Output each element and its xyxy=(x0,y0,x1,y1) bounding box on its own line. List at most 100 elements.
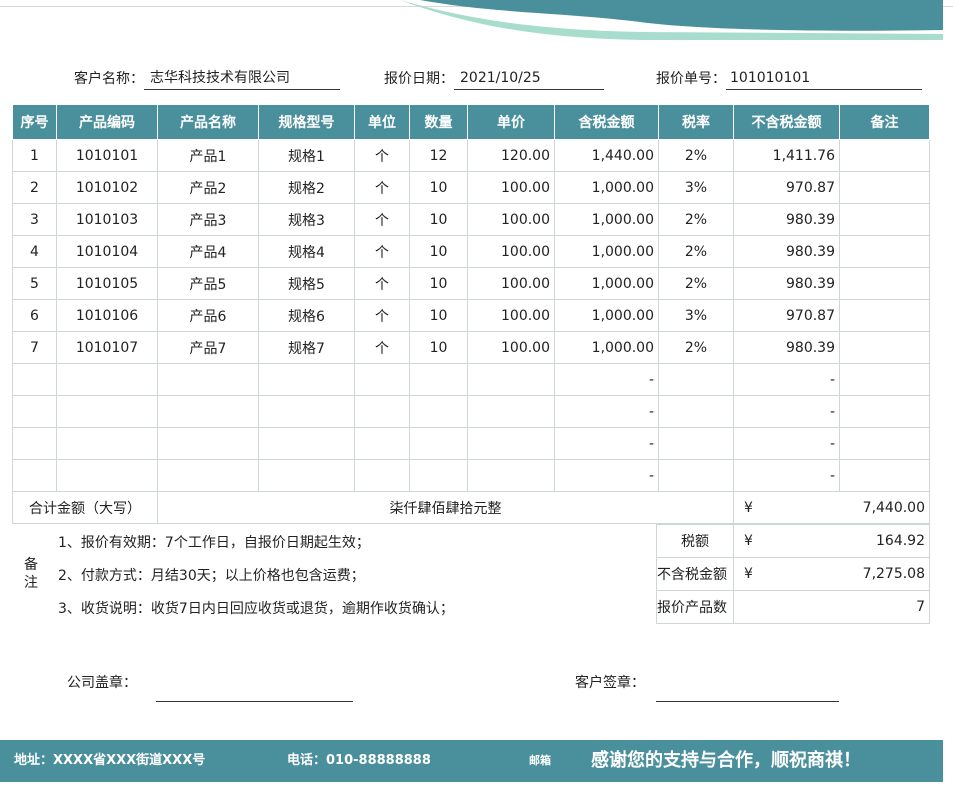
company-seal-line[interactable] xyxy=(156,701,353,702)
tax-rate-cell[interactable]: 2% xyxy=(658,331,734,364)
row-number-cell[interactable]: 1 xyxy=(12,139,57,172)
product-unit-cell[interactable] xyxy=(354,363,410,396)
product-unit-cell[interactable]: 个 xyxy=(354,171,410,204)
product-qty-cell[interactable] xyxy=(409,363,468,396)
row-note-cell[interactable] xyxy=(839,139,930,172)
product-count-value[interactable]: 7 xyxy=(733,590,930,624)
total-amount-cell[interactable]: ¥ 7,440.00 xyxy=(733,491,930,524)
row-note-cell[interactable] xyxy=(839,395,930,428)
net-amount-cell[interactable]: ¥ 7,275.08 xyxy=(733,557,930,591)
row-number-cell[interactable]: 4 xyxy=(12,235,57,268)
product-unit-cell[interactable] xyxy=(354,427,410,460)
amount-incl-tax-cell[interactable]: 1,000.00 xyxy=(554,235,659,268)
product-code-cell[interactable] xyxy=(56,363,158,396)
product-spec-cell[interactable]: 规格7 xyxy=(258,331,355,364)
product-code-cell[interactable] xyxy=(56,427,158,460)
product-qty-cell[interactable]: 10 xyxy=(409,331,468,364)
product-name-cell[interactable]: 产品3 xyxy=(157,203,259,236)
product-name-cell[interactable] xyxy=(157,427,259,460)
unit-price-cell[interactable] xyxy=(467,427,555,460)
product-name-cell[interactable]: 产品5 xyxy=(157,267,259,300)
unit-price-cell[interactable]: 100.00 xyxy=(467,331,555,364)
unit-price-cell[interactable]: 100.00 xyxy=(467,171,555,204)
row-note-cell[interactable] xyxy=(839,331,930,364)
unit-price-cell[interactable]: 100.00 xyxy=(467,203,555,236)
product-spec-cell[interactable]: 规格2 xyxy=(258,171,355,204)
amount-excl-tax-cell[interactable]: 980.39 xyxy=(733,235,840,268)
product-spec-cell[interactable] xyxy=(258,459,355,492)
product-unit-cell[interactable]: 个 xyxy=(354,235,410,268)
tax-rate-cell[interactable] xyxy=(658,395,734,428)
amount-incl-tax-cell[interactable]: 1,440.00 xyxy=(554,139,659,172)
product-code-cell[interactable] xyxy=(56,395,158,428)
product-code-cell[interactable]: 1010102 xyxy=(56,171,158,204)
row-note-cell[interactable] xyxy=(839,299,930,332)
product-qty-cell[interactable] xyxy=(409,395,468,428)
tax-rate-cell[interactable] xyxy=(658,363,734,396)
product-code-cell[interactable]: 1010103 xyxy=(56,203,158,236)
row-number-cell[interactable]: 7 xyxy=(12,331,57,364)
quote-number-field[interactable]: 101010101 xyxy=(726,66,922,90)
amount-excl-tax-cell[interactable]: 970.87 xyxy=(733,299,840,332)
row-note-cell[interactable] xyxy=(839,203,930,236)
row-number-cell[interactable] xyxy=(12,395,57,428)
tax-rate-cell[interactable]: 3% xyxy=(658,299,734,332)
amount-excl-tax-cell[interactable]: 980.39 xyxy=(733,267,840,300)
product-code-cell[interactable] xyxy=(56,459,158,492)
row-note-cell[interactable] xyxy=(839,459,930,492)
amount-incl-tax-cell[interactable]: 1,000.00 xyxy=(554,171,659,204)
unit-price-cell[interactable]: 120.00 xyxy=(467,139,555,172)
product-qty-cell[interactable]: 10 xyxy=(409,203,468,236)
row-number-cell[interactable] xyxy=(12,363,57,396)
unit-price-cell[interactable] xyxy=(467,395,555,428)
row-number-cell[interactable]: 5 xyxy=(12,267,57,300)
row-number-cell[interactable]: 6 xyxy=(12,299,57,332)
product-spec-cell[interactable]: 规格3 xyxy=(258,203,355,236)
product-qty-cell[interactable]: 10 xyxy=(409,171,468,204)
amount-incl-tax-cell[interactable]: 1,000.00 xyxy=(554,331,659,364)
amount-excl-tax-cell[interactable]: 980.39 xyxy=(733,331,840,364)
amount-incl-tax-cell[interactable]: - xyxy=(554,459,659,492)
product-spec-cell[interactable]: 规格4 xyxy=(258,235,355,268)
product-name-cell[interactable] xyxy=(157,459,259,492)
product-qty-cell[interactable]: 10 xyxy=(409,299,468,332)
tax-rate-cell[interactable]: 2% xyxy=(658,235,734,268)
unit-price-cell[interactable]: 100.00 xyxy=(467,299,555,332)
row-number-cell[interactable]: 2 xyxy=(12,171,57,204)
product-spec-cell[interactable]: 规格1 xyxy=(258,139,355,172)
product-spec-cell[interactable] xyxy=(258,363,355,396)
product-name-cell[interactable]: 产品2 xyxy=(157,171,259,204)
amount-excl-tax-cell[interactable]: - xyxy=(733,459,840,492)
row-note-cell[interactable] xyxy=(839,235,930,268)
amount-excl-tax-cell[interactable]: - xyxy=(733,427,840,460)
product-name-cell[interactable]: 产品4 xyxy=(157,235,259,268)
amount-incl-tax-cell[interactable]: - xyxy=(554,395,659,428)
unit-price-cell[interactable] xyxy=(467,363,555,396)
amount-incl-tax-cell[interactable]: 1,000.00 xyxy=(554,299,659,332)
product-name-cell[interactable]: 产品1 xyxy=(157,139,259,172)
tax-rate-cell[interactable]: 2% xyxy=(658,267,734,300)
product-spec-cell[interactable]: 规格6 xyxy=(258,299,355,332)
customer-sign-line[interactable] xyxy=(656,701,839,702)
row-number-cell[interactable] xyxy=(12,427,57,460)
product-qty-cell[interactable]: 10 xyxy=(409,267,468,300)
product-unit-cell[interactable]: 个 xyxy=(354,267,410,300)
tax-rate-cell[interactable] xyxy=(658,427,734,460)
total-amount-words[interactable]: 柒仟肆佰肆拾元整 xyxy=(157,491,734,524)
product-name-cell[interactable]: 产品7 xyxy=(157,331,259,364)
product-qty-cell[interactable] xyxy=(409,459,468,492)
unit-price-cell[interactable]: 100.00 xyxy=(467,235,555,268)
row-number-cell[interactable]: 3 xyxy=(12,203,57,236)
product-unit-cell[interactable]: 个 xyxy=(354,139,410,172)
amount-incl-tax-cell[interactable]: - xyxy=(554,427,659,460)
product-spec-cell[interactable]: 规格5 xyxy=(258,267,355,300)
row-number-cell[interactable] xyxy=(12,459,57,492)
amount-excl-tax-cell[interactable]: - xyxy=(733,363,840,396)
product-unit-cell[interactable] xyxy=(354,395,410,428)
row-note-cell[interactable] xyxy=(839,427,930,460)
amount-excl-tax-cell[interactable]: 1,411.76 xyxy=(733,139,840,172)
tax-rate-cell[interactable] xyxy=(658,459,734,492)
product-name-cell[interactable] xyxy=(157,363,259,396)
row-note-cell[interactable] xyxy=(839,267,930,300)
product-qty-cell[interactable]: 12 xyxy=(409,139,468,172)
